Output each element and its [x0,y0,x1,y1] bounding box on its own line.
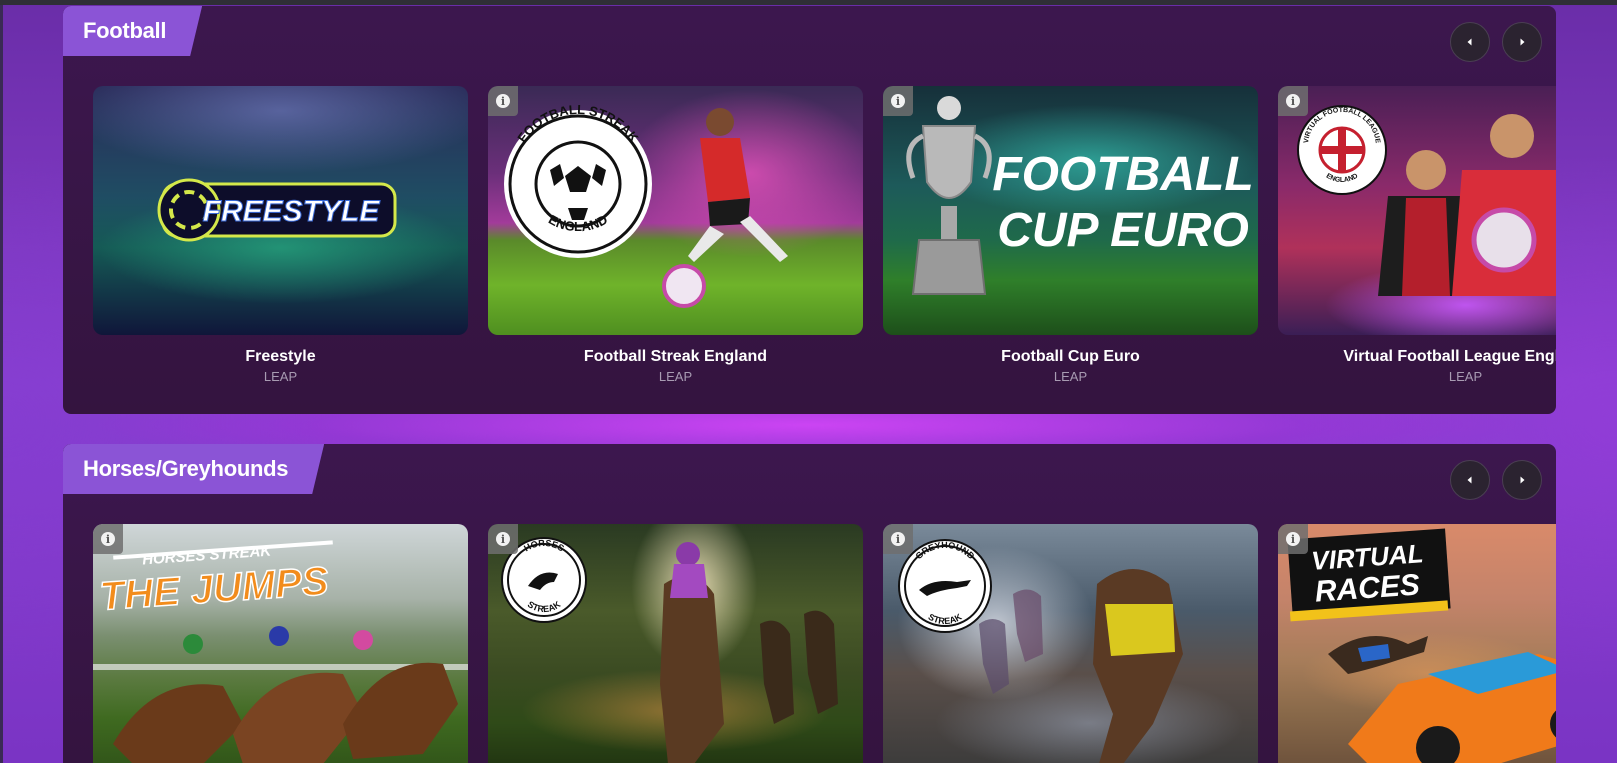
game-provider: LEAP [658,369,693,384]
football-section: Football FREESTYLE Freestyle LEAP FOOTBA… [63,6,1556,414]
info-button[interactable]: i [1278,524,1308,554]
next-button[interactable] [1502,22,1542,62]
freestyle-logo: FREESTYLE [157,178,397,242]
prev-button[interactable] [1450,460,1490,500]
game-card[interactable]: GREYHOUND STREAK i [883,524,1258,763]
game-thumbnail[interactable]: HORSES STREAK i [488,524,863,763]
game-thumbnail[interactable]: FREESTYLE [93,86,468,335]
info-button[interactable]: i [488,86,518,116]
info-icon: i [891,532,905,546]
info-icon: i [1286,94,1300,108]
next-button[interactable] [1502,460,1542,500]
football-streak-art: FOOTBALL STREAK ENGLAND [504,102,788,308]
game-card[interactable]: VIRTUAL FOOTBALL LEAGUE ENGLAND i Virtua… [1278,86,1556,384]
jumps-logo-main: THE JUMPS [98,559,330,619]
prev-button[interactable] [1450,22,1490,62]
freestyle-logo-text: FREESTYLE [203,195,381,228]
game-card[interactable]: FOOTBALL STREAK ENGLAND i Football Strea… [488,86,863,384]
virtual-races-art: VIRTUAL RACES 12 [1287,528,1556,763]
cup-euro-logo-line2: CUP EURO [997,204,1249,257]
game-thumbnail[interactable]: HORSES STREAK THE JUMPS i [93,524,468,763]
carousel-nav [1450,460,1542,500]
info-icon: i [101,532,115,546]
game-card[interactable]: FOOTBALL CUP EURO i Football Cup Euro LE… [883,86,1258,384]
chevron-left-icon [1467,38,1472,46]
chevron-right-icon [1520,476,1525,484]
info-button[interactable]: i [488,524,518,554]
info-button[interactable]: i [93,524,123,554]
info-icon: i [1286,532,1300,546]
game-provider: LEAP [1053,369,1088,384]
game-title[interactable]: Football Cup Euro [883,348,1258,366]
game-card[interactable]: VIRTUAL RACES 12 i [1278,524,1556,763]
game-title[interactable]: Football Streak England [488,348,863,366]
carousel-nav [1450,22,1542,62]
game-title[interactable]: Freestyle [93,348,468,366]
game-thumbnail[interactable]: VIRTUAL FOOTBALL LEAGUE ENGLAND i [1278,86,1556,335]
chevron-right-icon [1520,38,1525,46]
section-title-football: Football [63,6,202,56]
left-edge [0,5,3,763]
horses-greyhounds-section: Horses/Greyhounds HORSES STREAK THE JUMP… [63,444,1556,763]
game-thumbnail[interactable]: GREYHOUND STREAK i [883,524,1258,763]
horses-streak-art: HORSES STREAK [501,537,838,763]
game-carousel: HORSES STREAK THE JUMPS i HORSES STREAK … [93,524,1556,763]
info-icon: i [496,94,510,108]
info-button[interactable]: i [883,524,913,554]
game-provider: LEAP [263,369,298,384]
game-carousel: FREESTYLE Freestyle LEAP FOOTBALL STREAK… [93,86,1556,384]
section-title-horses-greyhounds: Horses/Greyhounds [63,444,324,494]
info-button[interactable]: i [883,86,913,116]
vfl-art: VIRTUAL FOOTBALL LEAGUE ENGLAND [1297,105,1556,296]
top-bar [0,0,1617,5]
info-icon: i [891,94,905,108]
info-icon: i [496,532,510,546]
football-cup-euro-art: FOOTBALL CUP EURO [906,96,1254,295]
game-title[interactable]: Virtual Football League England [1278,348,1556,366]
game-thumbnail[interactable]: FOOTBALL STREAK ENGLAND i [488,86,863,335]
cup-euro-logo-line1: FOOTBALL [992,148,1253,201]
game-card[interactable]: HORSES STREAK i [488,524,863,763]
info-button[interactable]: i [1278,86,1308,116]
game-card[interactable]: FREESTYLE Freestyle LEAP [93,86,468,384]
game-thumbnail[interactable]: VIRTUAL RACES 12 i [1278,524,1556,763]
the-jumps-art: HORSES STREAK THE JUMPS [93,540,468,763]
game-provider: LEAP [1448,369,1483,384]
game-thumbnail[interactable]: FOOTBALL CUP EURO i [883,86,1258,335]
chevron-left-icon [1467,476,1472,484]
game-card[interactable]: HORSES STREAK THE JUMPS i [93,524,468,763]
greyhound-streak-art: GREYHOUND STREAK [898,539,1183,763]
